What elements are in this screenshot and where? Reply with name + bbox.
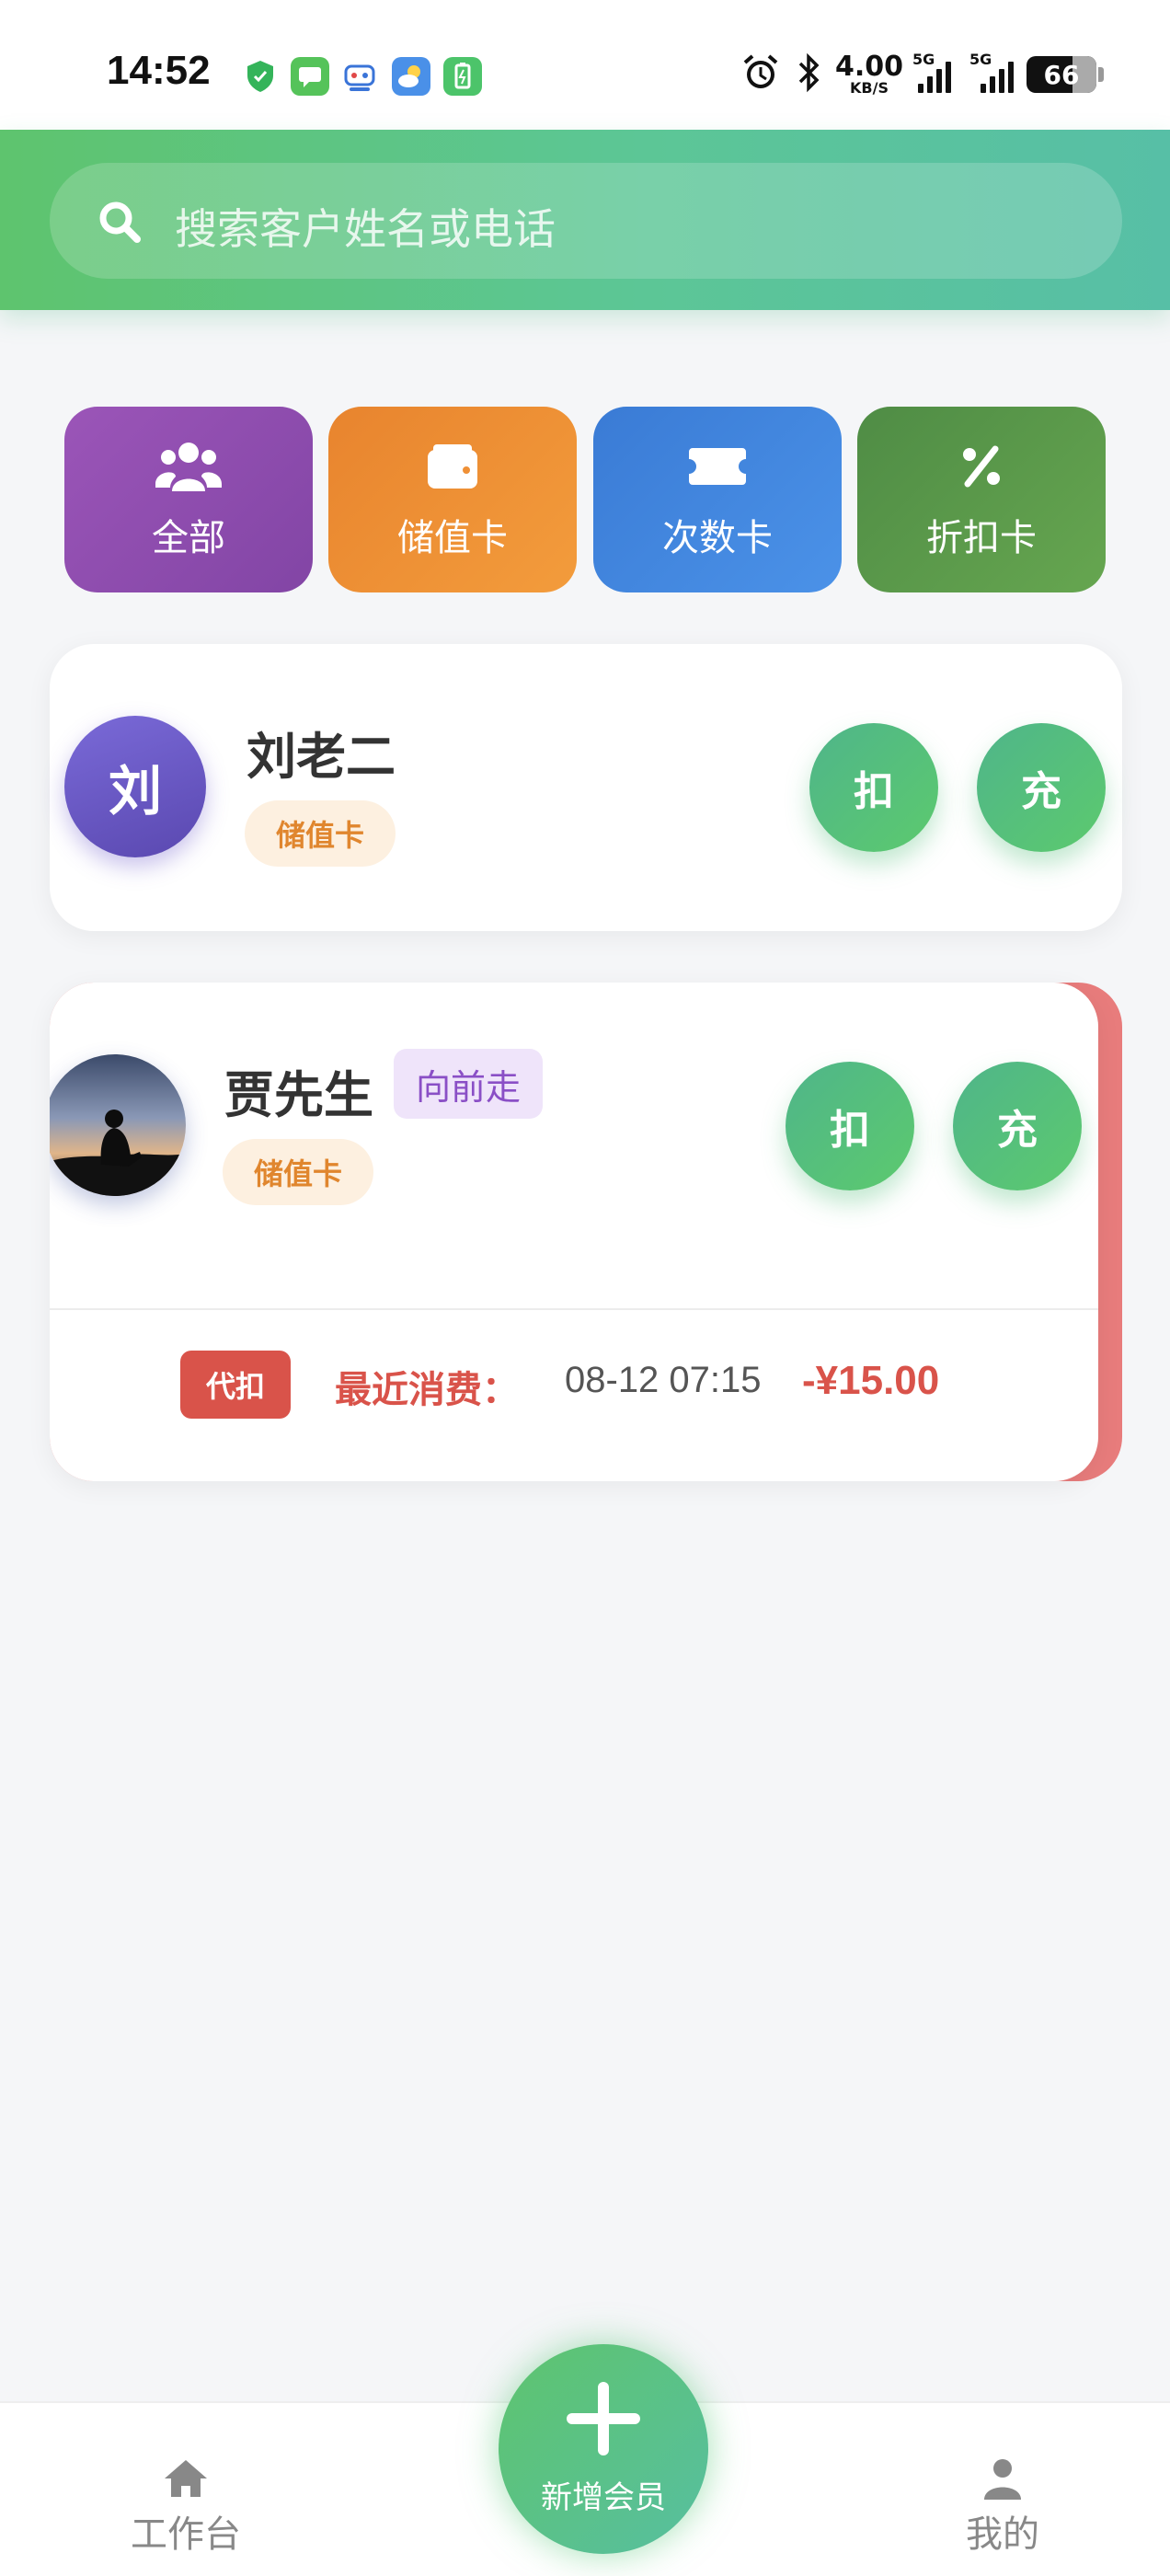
category-times-card[interactable]: 次数卡: [593, 407, 842, 592]
card-type-badge: 储值卡: [245, 800, 396, 867]
recent-consumption-label: 最近消费：: [335, 1369, 519, 1411]
member-name: 贾先生: [224, 1066, 373, 1124]
battery-saver-icon: [443, 57, 482, 96]
status-time: 14:52: [107, 48, 211, 93]
deduct-button[interactable]: 扣: [786, 1062, 914, 1190]
search-placeholder: 搜索客户姓名或电话: [175, 204, 556, 254]
recent-consumption-amount: -¥15.00: [802, 1358, 940, 1403]
nav-mine[interactable]: 我的: [911, 2456, 1095, 2558]
ticket-icon: [687, 438, 748, 495]
net-speed: 4.00 KB/S: [834, 51, 903, 97]
battery-indicator: 66: [1027, 56, 1104, 93]
robot-icon: [340, 57, 379, 96]
users-icon: [155, 438, 222, 495]
card-divider: [50, 1308, 1098, 1310]
category-label: 次数卡: [662, 517, 773, 559]
card-type-badge: 储值卡: [223, 1139, 374, 1205]
category-all[interactable]: 全部: [64, 407, 313, 592]
shield-icon: [241, 57, 280, 96]
member-card[interactable]: 刘 刘老二 储值卡 扣 充: [50, 644, 1122, 931]
member-card[interactable]: 贾先生 向前走 储值卡 扣 充 代扣 最近消费： 08-12 07:15 -¥1…: [50, 983, 1098, 1481]
category-label: 折扣卡: [926, 517, 1037, 559]
plus-icon: [567, 2381, 640, 2455]
nav-workbench[interactable]: 工作台: [94, 2456, 278, 2558]
avatar: 刘: [64, 716, 206, 857]
search-input[interactable]: 搜索客户姓名或电话: [50, 163, 1122, 279]
recharge-button[interactable]: 充: [977, 723, 1106, 852]
category-label: 全部: [152, 517, 225, 559]
deduct-button[interactable]: 扣: [809, 723, 938, 852]
user-icon: [982, 2456, 1023, 2501]
avatar: [50, 1054, 186, 1196]
home-icon: [163, 2456, 209, 2501]
nav-label: 工作台: [131, 2513, 241, 2556]
search-icon: [96, 198, 143, 246]
status-bar: 14:52 4.00 KB/S 5G 5G 66: [0, 0, 1170, 130]
member-name: 刘老二: [247, 728, 396, 786]
bluetooth-icon: [795, 52, 822, 97]
recent-consumption-time: 08-12 07:15: [565, 1360, 762, 1400]
message-icon: [291, 57, 329, 96]
header: 搜索客户姓名或电话: [0, 130, 1170, 310]
alarm-icon: [740, 52, 782, 98]
category-discount-card[interactable]: 折扣卡: [857, 407, 1106, 592]
nav-label: 我的: [966, 2513, 1039, 2556]
category-stored-value[interactable]: 储值卡: [328, 407, 577, 592]
percent-icon: [958, 438, 1004, 495]
proxy-deduct-badge: 代扣: [180, 1351, 292, 1419]
weather-icon: [392, 57, 430, 96]
signal-strength-2: 5G: [969, 51, 1014, 93]
wallet-icon: [426, 438, 479, 495]
signal-strength-1: 5G: [912, 51, 951, 93]
add-member-label: 新增会员: [541, 2478, 666, 2516]
recharge-button[interactable]: 充: [953, 1062, 1082, 1190]
category-label: 储值卡: [397, 517, 508, 559]
add-member-button[interactable]: 新增会员: [499, 2344, 708, 2554]
nickname-badge: 向前走: [394, 1049, 544, 1119]
